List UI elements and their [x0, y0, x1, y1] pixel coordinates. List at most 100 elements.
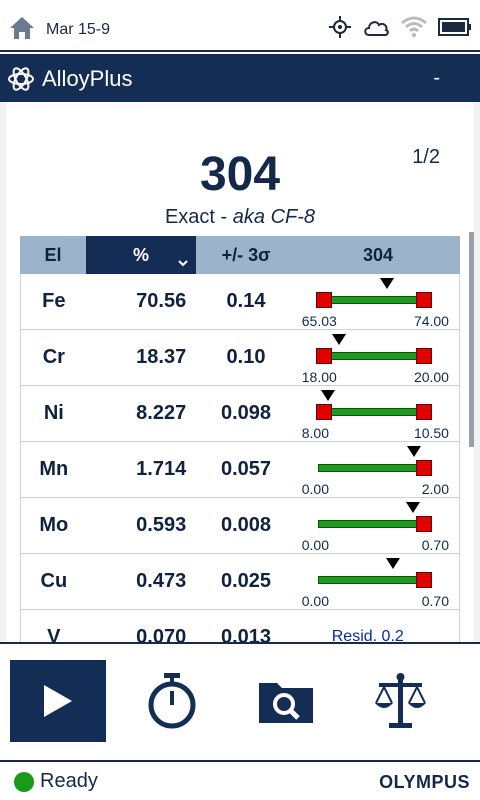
- element-symbol: Cu: [40, 570, 68, 592]
- table-row[interactable]: Mo 0.593 0.008 0.00 0.70: [20, 498, 460, 554]
- measured-value-marker: [405, 501, 420, 513]
- range-min-label: 0.00: [301, 536, 329, 553]
- range-max-label: 10.50: [413, 424, 449, 441]
- start-test-button[interactable]: [10, 660, 106, 742]
- results-card: 304 1/2 Exact - aka CF-8 El % +/- 3σ 304…: [6, 102, 474, 642]
- menu-button[interactable]: -: [433, 67, 440, 90]
- range-min-label: 65.03: [301, 312, 337, 329]
- range-min-label: 18.00: [301, 368, 337, 385]
- timer-icon: [148, 673, 196, 729]
- residual-note: Resid. 0.2: [331, 627, 404, 643]
- range-line: [317, 351, 430, 360]
- page-indicator[interactable]: 1/2: [412, 146, 440, 169]
- status-footer: Ready OLYMPUS: [0, 760, 480, 800]
- atom-icon: [8, 67, 34, 91]
- element-symbol: Mn: [39, 458, 69, 480]
- measured-value-marker: [332, 333, 347, 345]
- folder-search-icon: [259, 683, 313, 723]
- cloud-icon: [364, 21, 389, 36]
- element-sigma: 0.008: [220, 514, 272, 536]
- range-min-label: 0.00: [301, 480, 329, 497]
- play-icon: [44, 685, 72, 717]
- range-max-label: 0.70: [421, 536, 449, 553]
- brand-logo: OLYMPUS: [379, 772, 470, 792]
- element-percent: 0.070: [136, 626, 187, 642]
- element-symbol: V: [47, 626, 61, 642]
- range-line: [317, 295, 430, 304]
- range-line: [317, 519, 430, 528]
- battery-icon: [438, 18, 471, 36]
- element-symbol: Fe: [42, 290, 66, 312]
- app-header: AlloyPlus -: [0, 54, 480, 102]
- range-max-label: 74.00: [413, 312, 449, 329]
- range-line: [317, 463, 430, 472]
- match-alias: aka CF-8: [232, 206, 316, 228]
- element-sigma: 0.025: [220, 570, 272, 592]
- table-header: El % +/- 3σ 304: [20, 236, 460, 274]
- status-icons: [328, 12, 472, 42]
- element-sigma: 0.098: [220, 402, 272, 424]
- range-min-label: 8.00: [301, 424, 329, 441]
- column-header-grade[interactable]: 304: [296, 236, 460, 274]
- measured-value-marker: [386, 557, 401, 569]
- match-quality: Exact -: [164, 206, 233, 228]
- app-title: AlloyPlus: [42, 66, 133, 91]
- column-header-sigma[interactable]: +/- 3σ: [196, 236, 296, 274]
- bottom-toolbar: [0, 642, 480, 760]
- column-header-percent-label: %: [132, 244, 149, 265]
- element-percent: 0.473: [136, 570, 187, 592]
- match-description: Exact - aka CF-8: [6, 206, 474, 229]
- table-body: Fe 70.56 0.14 65.03 74.00 Cr 18.37 0.10 18.00 20.…: [20, 274, 460, 642]
- grade-match-button[interactable]: [352, 660, 448, 742]
- min-limit-marker: [315, 347, 332, 364]
- element-sigma: 0.013: [220, 626, 272, 642]
- spec-range-bar: 0.00 2.00: [296, 442, 459, 498]
- browse-results-button[interactable]: [238, 660, 334, 742]
- measured-value-marker: [406, 445, 421, 457]
- element-symbol: Ni: [43, 402, 64, 424]
- chemistry-table: El % +/- 3σ 304 Fe 70.56 0.14 65.03 74.00 Cr 1…: [20, 236, 460, 642]
- max-limit-marker: [415, 515, 432, 532]
- ready-status: Ready: [40, 770, 98, 792]
- element-percent: 18.37: [136, 346, 187, 368]
- element-sigma: 0.057: [220, 458, 272, 480]
- min-limit-marker: [315, 291, 332, 308]
- range-line: [317, 575, 430, 584]
- results-panel: 304 1/2 Exact - aka CF-8 El % +/- 3σ 304…: [0, 102, 480, 642]
- element-percent: 8.227: [136, 402, 187, 424]
- column-header-percent[interactable]: %: [86, 236, 196, 274]
- table-row[interactable]: Fe 70.56 0.14 65.03 74.00: [20, 274, 460, 330]
- column-header-element[interactable]: El: [20, 236, 86, 274]
- spec-range-bar: 8.00 10.50: [296, 386, 459, 442]
- max-limit-marker: [415, 291, 432, 308]
- measured-value-marker: [320, 389, 335, 401]
- spec-range-bar: 65.03 74.00: [296, 274, 459, 330]
- table-row[interactable]: Mn 1.714 0.057 0.00 2.00: [20, 442, 460, 498]
- status-date: Mar 15-9: [46, 21, 111, 38]
- table-row[interactable]: Cr 18.37 0.10 18.00 20.00: [20, 330, 460, 386]
- element-symbol: Mo: [39, 514, 69, 536]
- status-bar: Mar 15-9: [0, 0, 480, 52]
- max-limit-marker: [415, 347, 432, 364]
- max-limit-marker: [415, 571, 432, 588]
- ready-indicator-icon: [14, 772, 34, 792]
- spec-range-bar: Resid. 0.2: [296, 610, 459, 643]
- max-limit-marker: [415, 459, 432, 476]
- element-sigma: 0.14: [226, 290, 266, 312]
- range-line: [317, 407, 430, 416]
- scrollbar[interactable]: [469, 232, 474, 447]
- wifi-icon: [401, 16, 427, 37]
- min-limit-marker: [315, 403, 332, 420]
- spec-range-bar: 0.00 0.70: [296, 498, 459, 554]
- range-max-label: 20.00: [413, 368, 449, 385]
- scale-icon: [375, 673, 426, 728]
- measured-value-marker: [380, 277, 395, 289]
- table-row[interactable]: Cu 0.473 0.025 0.00 0.70: [20, 554, 460, 610]
- table-row[interactable]: Ni 8.227 0.098 8.00 10.50: [20, 386, 460, 442]
- range-max-label: 0.70: [421, 592, 449, 609]
- spec-range-bar: 0.00 0.70: [296, 554, 459, 610]
- timer-button[interactable]: [124, 660, 220, 742]
- table-row[interactable]: V 0.070 0.013 Resid. 0.2: [20, 610, 460, 642]
- home-icon[interactable]: [8, 14, 36, 42]
- element-percent: 0.593: [136, 514, 187, 536]
